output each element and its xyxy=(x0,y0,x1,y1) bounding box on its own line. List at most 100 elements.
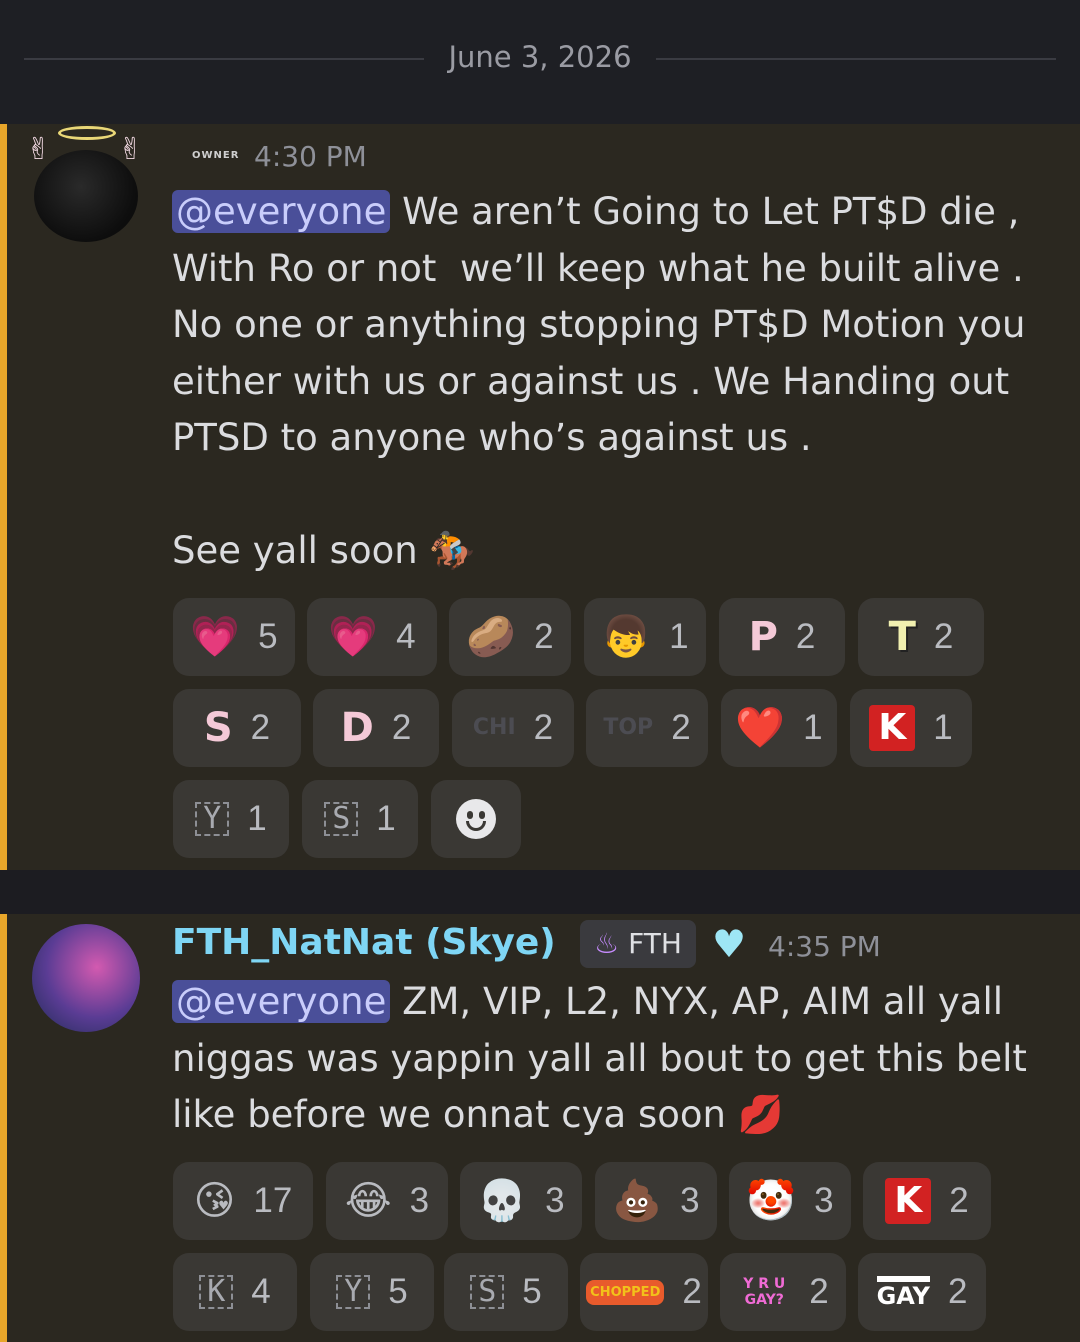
timestamp: 4:35 PM xyxy=(768,930,881,963)
mention-everyone[interactable]: @everyone xyxy=(172,190,391,233)
letter-y-icon: Y xyxy=(336,1275,371,1309)
letter-s-icon: S xyxy=(324,802,359,836)
skull-icon: 💀 xyxy=(477,1178,528,1224)
glitter-heart-icon: 💗 xyxy=(328,614,379,660)
reaction-chip[interactable]: T2 xyxy=(858,598,984,676)
message-body: We aren’t Going to Let PT$D die , With R… xyxy=(172,190,1026,572)
reaction-count: 2 xyxy=(947,1272,968,1311)
reaction-count: 4 xyxy=(396,617,416,656)
reaction-chip[interactable]: TOP 2 xyxy=(586,689,708,767)
reaction-chip[interactable]: P2 xyxy=(719,598,845,676)
letter-y-icon: Y xyxy=(195,802,230,836)
reaction-count: 3 xyxy=(409,1181,430,1220)
add-reaction-icon xyxy=(456,799,496,839)
reaction-chip[interactable]: Y5 xyxy=(310,1253,434,1331)
message-gap xyxy=(0,870,1080,914)
reaction-count: 1 xyxy=(247,799,267,838)
reaction-count: 2 xyxy=(250,708,271,747)
reaction-chip[interactable]: 💀 3 xyxy=(460,1162,582,1240)
reaction-count: 1 xyxy=(803,708,823,747)
reaction-count: 3 xyxy=(680,1181,700,1220)
reaction-chip[interactable]: Y1 xyxy=(173,780,289,858)
reaction-chip[interactable]: S2 xyxy=(173,689,301,767)
reaction-count: 2 xyxy=(809,1272,829,1311)
reaction-chip[interactable]: S1 xyxy=(302,780,418,858)
kissing-face-icon: 😘 xyxy=(193,1178,236,1224)
pink-heart-icon: 💗 xyxy=(190,614,241,660)
add-reaction-button[interactable] xyxy=(431,780,521,858)
highlight-bar xyxy=(0,124,7,870)
highlight-bar xyxy=(0,914,7,1342)
reaction-chip[interactable]: 👦 1 xyxy=(584,598,706,676)
yru-gay-sticker-icon: Y R U GAY? xyxy=(743,1276,786,1308)
cartoon-boy-icon: 👦 xyxy=(601,614,652,660)
message-text: @everyone We aren’t Going to Let PT$D di… xyxy=(172,184,1052,580)
reaction-count: 17 xyxy=(253,1181,293,1220)
reaction-chip[interactable]: Y R U GAY? 2 xyxy=(720,1253,846,1331)
reaction-count: 3 xyxy=(545,1181,565,1220)
reaction-count: 4 xyxy=(251,1272,271,1311)
reaction-chip[interactable]: D2 xyxy=(313,689,439,767)
heart-badge-icon: ♥ xyxy=(712,922,747,966)
divider xyxy=(656,58,1056,60)
reaction-count: 2 xyxy=(391,708,412,747)
gay-arrow-icon: GAY xyxy=(876,1276,930,1308)
reaction-count: 5 xyxy=(522,1272,542,1311)
letter-p-icon: P xyxy=(748,614,778,660)
reaction-chip[interactable]: 💗 4 xyxy=(307,598,437,676)
reaction-chip[interactable]: 😂 3 xyxy=(326,1162,448,1240)
reaction-count: 2 xyxy=(534,617,554,656)
reaction-chip[interactable]: CHOPPED 2 xyxy=(580,1253,708,1331)
halo-decoration xyxy=(58,126,116,140)
reaction-chip[interactable]: 💩 3 xyxy=(595,1162,717,1240)
avatar[interactable] xyxy=(32,924,140,1032)
reaction-chip[interactable]: 🤡 3 xyxy=(729,1162,851,1240)
mention-everyone[interactable]: @everyone xyxy=(172,980,391,1023)
reaction-count: 2 xyxy=(671,708,691,747)
letter-d-icon: D xyxy=(340,705,374,751)
reaction-count: 3 xyxy=(814,1181,834,1220)
reaction-chip[interactable]: S5 xyxy=(444,1253,568,1331)
laughing-face-icon: 😂 xyxy=(344,1178,392,1224)
top-arrow-icon: TOP xyxy=(603,715,654,740)
letter-t-icon: T xyxy=(888,614,916,660)
role-tag: OWNER xyxy=(192,150,240,161)
reaction-count: 1 xyxy=(669,617,689,656)
reaction-count: 5 xyxy=(258,617,278,656)
clan-tag-label: FTH xyxy=(628,927,682,960)
letter-k-icon: K xyxy=(199,1275,234,1309)
reaction-count: 2 xyxy=(933,617,954,656)
letter-s-icon: S xyxy=(470,1275,505,1309)
letter-k-icon: K xyxy=(869,705,916,751)
reaction-chip[interactable]: ❤️ 1 xyxy=(721,689,837,767)
reaction-count: 2 xyxy=(533,708,554,747)
message-text: @everyone ZM, VIP, L2, NYX, AP, AIM all … xyxy=(172,974,1052,1144)
reaction-chip[interactable]: 💗 5 xyxy=(173,598,295,676)
reaction-count: 2 xyxy=(682,1272,702,1311)
red-heart-icon: ❤️ xyxy=(735,705,786,751)
reaction-count: 1 xyxy=(376,799,396,838)
reaction-count: 2 xyxy=(949,1181,969,1220)
date-label: June 3, 2026 xyxy=(448,40,632,74)
potato-icon: 🥔 xyxy=(466,614,517,660)
reaction-count: 2 xyxy=(795,617,816,656)
hands-decoration-icon: ✌ xyxy=(118,132,144,167)
hands-decoration-icon: ✌ xyxy=(26,132,52,167)
username[interactable]: FTH_NatNat (Skye) xyxy=(172,922,556,963)
reaction-chip[interactable]: 😘 17 xyxy=(173,1162,313,1240)
reaction-chip[interactable]: GAY 2 xyxy=(858,1253,986,1331)
date-separator: June 3, 2026 xyxy=(0,0,1080,124)
reaction-count: 1 xyxy=(933,708,953,747)
reaction-chip[interactable]: K1 xyxy=(850,689,972,767)
clown-icon: 🤡 xyxy=(746,1178,797,1224)
clan-tag[interactable]: ♨ FTH xyxy=(580,920,696,968)
flame-icon: ♨ xyxy=(594,927,620,960)
chi-arrows-icon: CHI xyxy=(472,715,516,740)
reaction-chip[interactable]: K2 xyxy=(863,1162,991,1240)
poop-icon: 💩 xyxy=(612,1178,663,1224)
reaction-chip[interactable]: K4 xyxy=(173,1253,297,1331)
reaction-chip[interactable]: CHI 2 xyxy=(452,689,574,767)
chopped-sticker-icon: CHOPPED xyxy=(586,1279,665,1305)
letter-k-icon: K xyxy=(885,1178,932,1224)
reaction-chip[interactable]: 🥔 2 xyxy=(449,598,571,676)
